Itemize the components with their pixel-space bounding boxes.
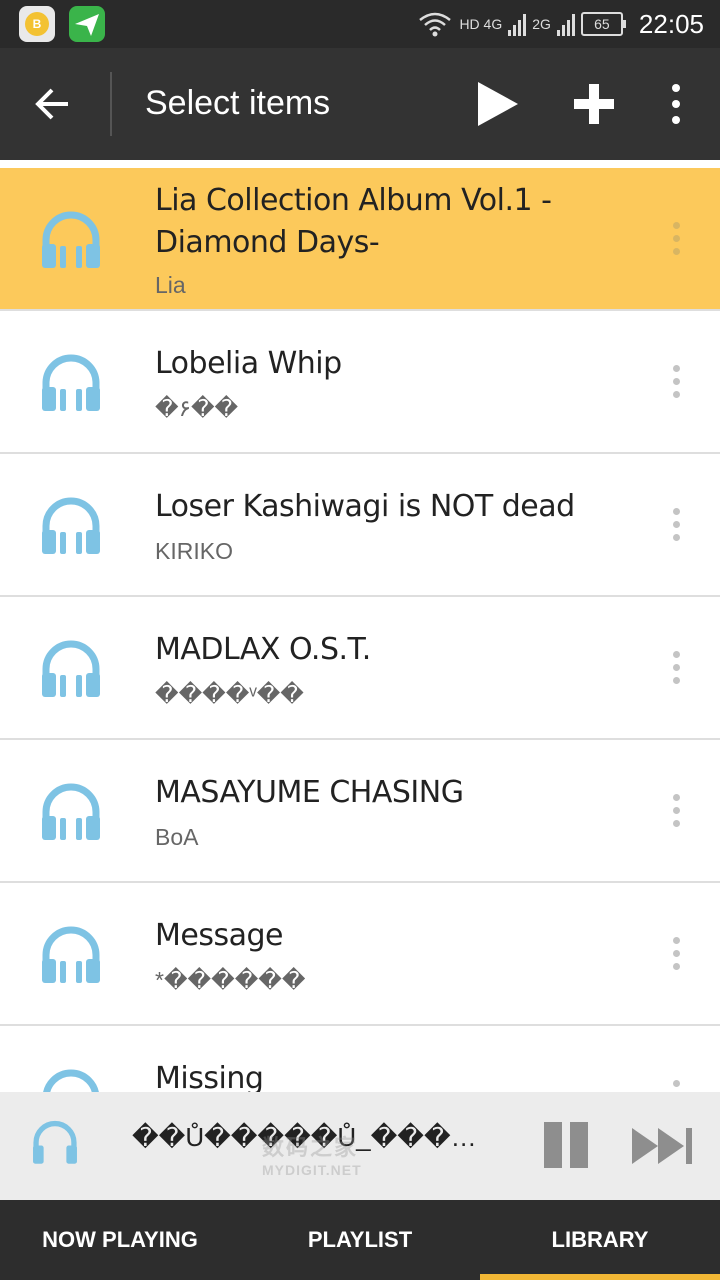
album-title: Missing <box>155 1061 264 1092</box>
album-artist: *������ <box>155 967 306 993</box>
tab-library[interactable]: LIBRARY <box>480 1200 720 1280</box>
album-artist: KIRIKO <box>155 538 233 564</box>
album-title: MASAYUME CHASING <box>155 775 464 810</box>
watermark: 数码之家 MYDIGIT.NET <box>262 1130 362 1178</box>
pause-icon <box>544 1122 562 1168</box>
album-title: Lobelia Whip <box>155 346 342 381</box>
album-title: Lia Collection Album Vol.1 - Diamond Day… <box>155 183 552 260</box>
signal2-icon <box>556 12 575 36</box>
status-indicators: HD 4G 2G 65 22:05 <box>417 6 704 42</box>
tab-now-playing[interactable]: NOW PLAYING <box>0 1200 240 1280</box>
signal-icon <box>508 12 527 36</box>
pause-button[interactable] <box>542 1122 590 1168</box>
item-menu-button[interactable] <box>666 222 686 262</box>
album-list[interactable]: Lia Collection Album Vol.1 - Diamond Day… <box>0 168 720 1092</box>
headphones-icon <box>43 1069 99 1092</box>
watermark-url: MYDIGIT.NET <box>262 1162 362 1178</box>
more-vertical-icon <box>672 84 680 124</box>
headphones-icon <box>42 354 100 411</box>
item-menu-button[interactable] <box>666 794 686 834</box>
album-artist: ����ᵛ�� <box>155 681 304 707</box>
album-title: Loser Kashiwagi is NOT dead <box>155 489 575 524</box>
album-title: MADLAX O.S.T. <box>155 632 371 667</box>
watermark-text: 数码之家 <box>262 1135 359 1160</box>
more-options-button[interactable] <box>660 76 692 132</box>
page-title: Select items <box>145 84 331 122</box>
now-playing-bar[interactable]: ��Ů�����Ů_���… 数码之家 MYDIGIT.NET <box>0 1092 720 1200</box>
album-artist: Lia <box>155 272 186 298</box>
clock: 22:05 <box>638 8 704 39</box>
network2-type-label: 2G <box>532 16 551 32</box>
headphones-icon <box>42 926 100 983</box>
album-title: Message <box>155 918 283 953</box>
network-type-label: HD 4G <box>459 16 503 32</box>
notification-app-icon: B <box>19 6 55 42</box>
battery-icon: 65 <box>580 12 626 36</box>
paper-plane-app-icon <box>69 6 105 42</box>
list-item[interactable]: Lobelia Whip �۶�� <box>0 311 720 454</box>
item-menu-button[interactable] <box>666 365 686 405</box>
headphones-icon <box>42 783 100 840</box>
headphones-icon <box>33 1121 77 1164</box>
item-menu-button[interactable] <box>666 1080 686 1092</box>
list-item[interactable]: Loser Kashiwagi is NOT dead KIRIKO <box>0 454 720 597</box>
next-button[interactable] <box>632 1126 694 1166</box>
play-icon <box>478 82 518 126</box>
item-menu-button[interactable] <box>666 651 686 691</box>
item-menu-button[interactable] <box>666 937 686 977</box>
tab-playlist[interactable]: PLAYLIST <box>240 1200 480 1280</box>
list-item[interactable]: MADLAX O.S.T. ����ᵛ�� <box>0 597 720 740</box>
headphones-icon <box>42 640 100 697</box>
headphones-icon <box>42 497 100 554</box>
album-artist: BoA <box>155 824 199 850</box>
top-toolbar: Select items <box>0 48 720 160</box>
wifi-icon <box>419 12 452 37</box>
toolbar-gap <box>0 160 720 168</box>
plus-icon <box>574 84 614 124</box>
skip-next-icon <box>632 1128 692 1164</box>
status-bar: B HD 4G 2G 65 22:05 <box>0 0 720 48</box>
app-badge-label: B <box>25 12 49 36</box>
bottom-tab-bar: NOW PLAYING PLAYLIST LIBRARY <box>0 1200 720 1280</box>
back-button[interactable] <box>26 76 82 132</box>
toolbar-divider <box>110 72 112 136</box>
list-item[interactable]: MASAYUME CHASING BoA <box>0 740 720 883</box>
list-item[interactable]: Missing <box>0 1026 720 1092</box>
list-item[interactable]: Lia Collection Album Vol.1 - Diamond Day… <box>0 168 720 311</box>
arrow-left-icon <box>35 88 68 120</box>
item-menu-button[interactable] <box>666 508 686 548</box>
headphones-icon <box>42 211 100 268</box>
play-button[interactable] <box>470 76 526 132</box>
list-item[interactable]: Message *������ <box>0 883 720 1026</box>
album-artist: �۶�� <box>155 395 239 421</box>
add-button[interactable] <box>566 76 622 132</box>
